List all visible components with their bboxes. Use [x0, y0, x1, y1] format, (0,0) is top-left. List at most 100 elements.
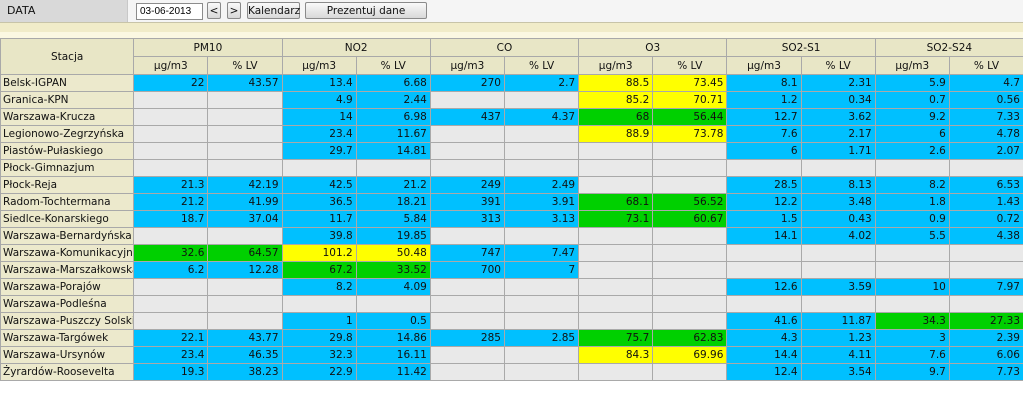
measurement-cell: 68.1	[578, 193, 654, 211]
station-name: Belsk-IGPAN	[0, 74, 135, 92]
unit-header: µg/m3	[133, 56, 209, 75]
measurement-cell: 84.3	[578, 346, 654, 364]
station-name: Warszawa-Marszałkowska	[0, 261, 135, 279]
table-row: Radom-Tochtermana 21.2 41.99 36.5 18.21 391 3.…	[0, 193, 1023, 211]
measurement-cell	[503, 125, 580, 143]
measurement-cell: 4.7	[948, 74, 1023, 92]
measurement-cell: 1.43	[948, 193, 1023, 211]
measurement-cell	[503, 295, 580, 313]
measurement-cell	[429, 91, 505, 109]
measurement-cell	[578, 295, 654, 313]
measurement-cell: 2.49	[503, 176, 580, 194]
measurement-cell: 5.5	[874, 227, 950, 245]
unit-header: µg/m3	[726, 56, 802, 75]
measurement-cell: 437	[429, 108, 505, 126]
measurement-cell	[800, 244, 876, 262]
date-input[interactable]	[136, 3, 203, 20]
measurement-cell	[726, 261, 802, 279]
unit-header: µg/m3	[429, 56, 505, 75]
measurement-cell: 11.67	[355, 125, 431, 143]
measurement-cell: 32.6	[133, 244, 209, 262]
measurement-cell: 33.52	[355, 261, 431, 279]
measurement-cell: 249	[429, 176, 505, 194]
measurement-cell: 41.6	[726, 312, 802, 330]
measurement-cell	[578, 227, 654, 245]
measurement-cell	[133, 227, 209, 245]
measurement-cell: 27.33	[948, 312, 1023, 330]
measurement-cell: 2.39	[948, 329, 1023, 347]
table-row: Legionowo-Zegrzyńska 23.4 11.67 88.9 73.78 7.…	[0, 125, 1023, 143]
measurement-cell: 3	[874, 329, 950, 347]
measurement-cell: 69.96	[652, 346, 728, 364]
measurement-cell: 4.37	[503, 108, 580, 126]
measurement-cell	[133, 91, 209, 109]
measurement-cell: 7	[503, 261, 580, 279]
measurement-cell: 7.33	[948, 108, 1023, 126]
station-name: Piastów-Pułaskiego	[0, 142, 135, 160]
measurement-cell: 67.2	[281, 261, 357, 279]
measurement-cell	[355, 295, 431, 313]
calendar-button[interactable]: Kalendarz	[247, 2, 300, 19]
station-name: Płock-Reja	[0, 176, 135, 194]
measurement-cell	[503, 159, 580, 177]
station-name: Radom-Tochtermana	[0, 193, 135, 211]
measurement-cell: 1.2	[726, 91, 802, 109]
measurement-cell	[578, 363, 654, 381]
measurement-cell: 3.13	[503, 210, 580, 228]
measurement-cell	[800, 159, 876, 177]
measurement-cell	[133, 278, 209, 296]
measurement-cell: 38.23	[207, 363, 283, 381]
station-name: Siedlce-Konarskiego	[0, 210, 135, 228]
measurement-cell: 34.3	[874, 312, 950, 330]
prev-day-button[interactable]: <	[207, 2, 221, 19]
measurement-cell	[207, 312, 283, 330]
measurement-cell: 41.99	[207, 193, 283, 211]
measurement-cell: 4.02	[800, 227, 876, 245]
measurement-cell: 7.97	[948, 278, 1023, 296]
measurement-cell: 21.2	[133, 193, 209, 211]
measurement-cell: 4.78	[948, 125, 1023, 143]
measurement-cell: 9.2	[874, 108, 950, 126]
measurement-cell: 14	[281, 108, 357, 126]
unit-header: µg/m3	[874, 56, 950, 75]
pollutant-header: NO2	[281, 38, 431, 57]
measurement-cell: 32.3	[281, 346, 357, 364]
unit-header: % LV	[652, 56, 728, 75]
measurement-cell: 88.5	[578, 74, 654, 92]
table-row: Warszawa-Targówek 22.1 43.77 29.8 14.86 285 2.…	[0, 329, 1023, 347]
measurement-cell: 62.83	[652, 329, 728, 347]
table-row: Płock-Reja 21.3 42.19 42.5 21.2 249 2.49 28.5 8.…	[0, 176, 1023, 194]
measurement-cell: 8.2	[874, 176, 950, 194]
measurement-cell: 19.3	[133, 363, 209, 381]
measurement-cell	[800, 261, 876, 279]
measurement-cell: 7.47	[503, 244, 580, 262]
measurement-cell: 3.48	[800, 193, 876, 211]
unit-header: % LV	[207, 56, 283, 75]
measurement-cell: 1.71	[800, 142, 876, 160]
measurement-cell	[133, 108, 209, 126]
measurement-cell: 5.9	[874, 74, 950, 92]
present-data-button[interactable]: Prezentuj dane	[305, 2, 427, 19]
station-name: Płock-Gimnazjum	[0, 159, 135, 177]
measurement-cell: 73.45	[652, 74, 728, 92]
measurement-cell	[429, 363, 505, 381]
measurement-cell	[503, 227, 580, 245]
next-day-button[interactable]: >	[227, 2, 241, 19]
station-name: Granica-KPN	[0, 91, 135, 109]
station-name: Warszawa-Krucza	[0, 108, 135, 126]
measurement-cell: 11.7	[281, 210, 357, 228]
measurement-cell	[578, 244, 654, 262]
measurement-cell	[503, 278, 580, 296]
measurement-cell: 747	[429, 244, 505, 262]
measurement-cell	[652, 176, 728, 194]
measurement-cell	[429, 278, 505, 296]
table-row: Piastów-Pułaskiego 29.7 14.81 6 1.71 2.6 2.07	[0, 142, 1023, 160]
measurement-cell	[429, 295, 505, 313]
measurement-cell: 0.5	[355, 312, 431, 330]
station-name: Warszawa-Komunikacyjna	[0, 244, 135, 262]
measurement-cell	[578, 278, 654, 296]
station-name: Warszawa-Ursynów	[0, 346, 135, 364]
station-name: Warszawa-Targówek	[0, 329, 135, 347]
measurement-cell: 4.9	[281, 91, 357, 109]
table-row: Płock-Gimnazjum	[0, 159, 1023, 177]
